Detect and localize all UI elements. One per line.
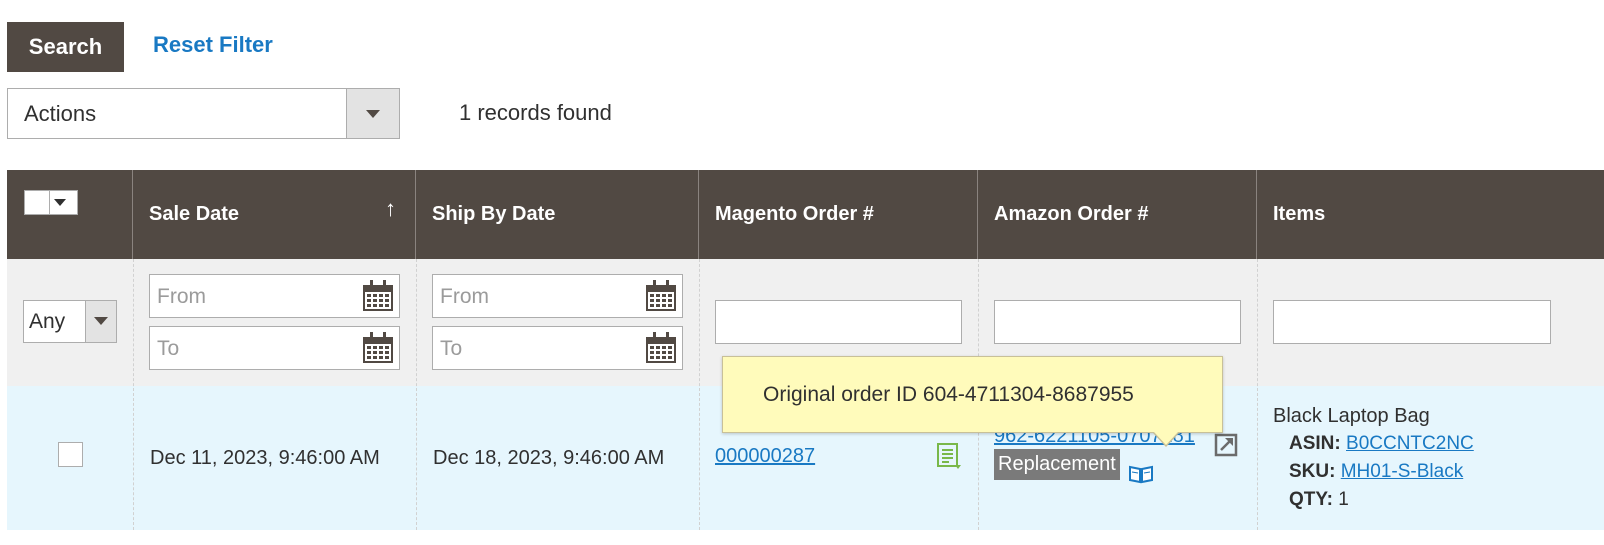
sale-date-from-placeholder: From — [157, 285, 206, 308]
sale-date-value: Dec 11, 2023, 9:46:00 AM — [150, 447, 380, 469]
mass-select-checkbox[interactable] — [25, 191, 50, 214]
ship-date-from-input[interactable]: From — [432, 274, 683, 318]
orders-grid: Sale Date ↑ Ship By Date Magento Order #… — [7, 170, 1604, 530]
asin-link[interactable]: B0CCNTC2NC — [1346, 433, 1474, 454]
calendar-icon[interactable] — [644, 331, 678, 365]
original-order-tooltip: Original order ID 604-4711304-8687955 — [722, 356, 1223, 447]
column-header-label: Ship By Date — [432, 203, 556, 225]
items-filter-input[interactable] — [1273, 300, 1551, 344]
actions-dropdown-toggle[interactable] — [346, 89, 399, 138]
column-divider — [133, 259, 134, 530]
item-sku: SKU: MH01-S-Black — [1289, 461, 1463, 483]
replacement-badge: Replacement — [994, 449, 1120, 480]
ship-date-to-placeholder: To — [440, 337, 463, 360]
actions-dropdown[interactable]: Actions — [7, 88, 400, 139]
ship-date-from-placeholder: From — [440, 285, 489, 308]
any-filter-label: Any — [29, 310, 66, 333]
sku-link[interactable]: MH01-S-Black — [1341, 461, 1463, 482]
any-filter-toggle[interactable] — [85, 301, 116, 342]
any-filter-select[interactable]: Any — [23, 300, 117, 343]
column-divider — [699, 259, 700, 530]
column-header-items[interactable]: Items — [1257, 170, 1604, 259]
column-header-label: Amazon Order # — [994, 203, 1149, 225]
ship-date-to-input[interactable]: To — [432, 326, 683, 370]
actions-dropdown-label: Actions — [24, 101, 97, 126]
mass-select-control[interactable] — [24, 190, 78, 215]
sku-label: SKU: — [1289, 461, 1336, 482]
magento-order-link[interactable]: 000000287 — [715, 445, 815, 468]
item-qty: QTY: 1 — [1289, 489, 1349, 511]
ship-by-date-value: Dec 18, 2023, 9:46:00 AM — [433, 447, 665, 469]
sale-date-to-input[interactable]: To — [149, 326, 400, 370]
column-header-amazon-order[interactable]: Amazon Order # — [978, 170, 1257, 259]
reset-filter-link[interactable]: Reset Filter — [153, 32, 273, 58]
records-count: 1 records found — [459, 100, 612, 125]
chevron-down-icon — [366, 110, 380, 118]
chevron-down-icon[interactable] — [54, 199, 66, 206]
column-divider — [1257, 259, 1258, 530]
header-mass-select — [7, 170, 133, 259]
column-header-label: Items — [1273, 203, 1326, 225]
calendar-icon[interactable] — [644, 279, 678, 313]
column-header-label: Sale Date — [149, 203, 240, 225]
tooltip-text: Original order ID 604-4711304-8687955 — [763, 383, 1134, 406]
column-header-magento-order[interactable]: Magento Order # — [699, 170, 978, 259]
column-header-ship-by-date[interactable]: Ship By Date — [416, 170, 699, 259]
amazon-order-filter-input[interactable] — [994, 300, 1241, 344]
calendar-icon[interactable] — [361, 279, 395, 313]
column-divider — [416, 259, 417, 530]
sort-ascending-icon: ↑ — [385, 196, 396, 221]
column-header-label: Magento Order # — [715, 203, 874, 225]
order-notes-icon[interactable] — [936, 442, 962, 470]
external-link-icon[interactable] — [1214, 433, 1238, 457]
column-header-sale-date[interactable]: Sale Date ↑ — [133, 170, 416, 259]
calendar-icon[interactable] — [361, 331, 395, 365]
tooltip-pointer-inner — [1154, 432, 1178, 445]
qty-value: 1 — [1338, 489, 1349, 510]
row-select-checkbox[interactable] — [58, 442, 83, 467]
qty-label: QTY: — [1289, 489, 1333, 510]
item-asin: ASIN: B0CCNTC2NC — [1289, 433, 1474, 455]
item-name: Black Laptop Bag — [1273, 405, 1430, 427]
sale-date-from-input[interactable]: From — [149, 274, 400, 318]
chevron-down-icon — [94, 317, 108, 325]
sale-date-to-placeholder: To — [157, 337, 180, 360]
book-icon[interactable] — [1128, 464, 1154, 484]
magento-order-filter-input[interactable] — [715, 300, 962, 344]
search-button[interactable]: Search — [7, 22, 124, 72]
asin-label: ASIN: — [1289, 433, 1341, 454]
